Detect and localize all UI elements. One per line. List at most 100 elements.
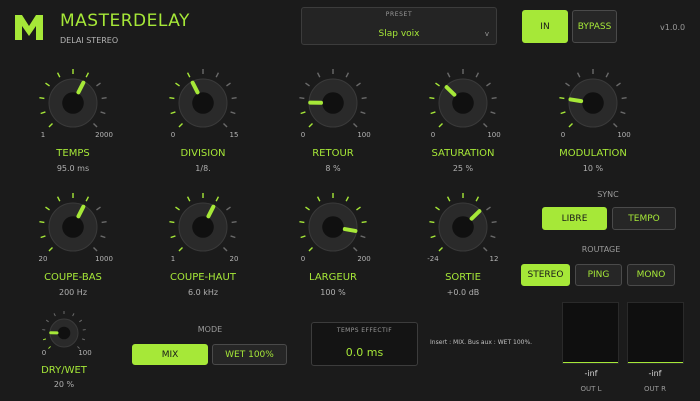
routing-mono-button[interactable]: MONO: [627, 264, 675, 286]
mode-mix-button[interactable]: MIX: [132, 344, 208, 365]
knob-name-label: MODULATION: [533, 148, 653, 159]
knob-dial[interactable]: [4, 305, 124, 361]
knob-tick: [96, 207, 100, 210]
knob-tick: [356, 83, 360, 86]
knob-tick: [318, 197, 320, 201]
knob-dial[interactable]: [403, 65, 523, 141]
knob-tick: [171, 236, 176, 238]
routing-stereo-button[interactable]: STEREO: [521, 264, 570, 286]
knob-retour[interactable]: 0100RETOUR8 %: [273, 65, 393, 181]
mode-wet-button[interactable]: WET 100%: [212, 344, 287, 365]
knob-value-label: 6.0 kHz: [143, 288, 263, 297]
knob-tick: [561, 112, 566, 114]
knob-tick: [299, 222, 304, 223]
knob-tick: [429, 222, 434, 223]
knob-tick: [49, 248, 53, 252]
knob-tick: [94, 124, 98, 128]
knob-coupe-haut[interactable]: 120COUPE-HAUT6.0 kHz: [143, 189, 263, 305]
knob-tick: [216, 73, 218, 77]
knob-tick: [216, 197, 218, 201]
knob-tick: [224, 124, 228, 128]
knob-max-label: 200: [353, 255, 375, 263]
in-button[interactable]: IN: [522, 10, 568, 43]
knob-tick: [361, 112, 366, 114]
app-title: MASTERDELAY: [60, 11, 190, 31]
knob-modulation[interactable]: 0100MODULATION10 %: [533, 65, 653, 181]
knob-value-label: 200 Hz: [13, 288, 133, 297]
knob-dial[interactable]: [273, 65, 393, 141]
knob-tick: [476, 73, 478, 77]
knob-dial[interactable]: [143, 189, 263, 265]
knob-tick: [232, 222, 237, 223]
knob-dial[interactable]: [403, 189, 523, 265]
knob-tick: [305, 207, 309, 210]
knob-value-label: 20 %: [4, 380, 124, 389]
sync-libre-button[interactable]: LIBRE: [542, 207, 607, 230]
effective-time-value: 0.0 ms: [312, 346, 417, 359]
knob-max-label: 12: [483, 255, 505, 263]
knob-tick: [188, 73, 190, 77]
knob-tick: [431, 236, 436, 238]
knob-tick: [484, 248, 488, 252]
knob-tick: [169, 98, 174, 99]
version-label: v1.0.0: [660, 23, 685, 32]
knob-tick: [175, 83, 179, 86]
routing-ping-button[interactable]: PING: [575, 264, 622, 286]
knob-tick: [301, 236, 306, 238]
knob-tick: [188, 197, 190, 201]
knob-tick: [621, 112, 626, 114]
knob-tick: [102, 98, 107, 99]
knob-max-label: 2000: [93, 131, 115, 139]
knob-tick: [318, 73, 320, 77]
meter-label-left: OUT L: [561, 385, 621, 393]
knob-tick: [309, 124, 313, 128]
knob-tick: [39, 222, 44, 223]
knob-tick: [448, 73, 450, 77]
chevron-down-icon: v: [485, 30, 489, 38]
knob-max-label: 20: [223, 255, 245, 263]
knob-tick: [448, 197, 450, 201]
knob-name-label: SORTIE: [403, 272, 523, 283]
knob-value-label: 95.0 ms: [13, 164, 133, 173]
knob-tick: [606, 73, 608, 77]
knob-tick: [486, 83, 490, 86]
knob-tick: [476, 197, 478, 201]
knob-tick: [346, 197, 348, 201]
knob-tick: [299, 98, 304, 99]
knob-tick: [45, 83, 49, 86]
knob-dry-wet[interactable]: 0100DRY/WET20 %: [4, 305, 124, 401]
knob-tick: [439, 124, 443, 128]
knob-tick: [171, 112, 176, 114]
knob-dial[interactable]: [143, 65, 263, 141]
knob-tick: [94, 248, 98, 252]
output-meter-left: [562, 302, 619, 364]
knob-largeur[interactable]: 0200LARGEUR100 %: [273, 189, 393, 305]
knob-value-label: 100 %: [273, 288, 393, 297]
sync-label: SYNC: [548, 190, 668, 199]
knob-value-label: 10 %: [533, 164, 653, 173]
knob-min-label: 20: [33, 255, 53, 263]
knob-tick: [356, 207, 360, 210]
knob-dial[interactable]: [13, 65, 133, 141]
knob-saturation[interactable]: 0100SATURATION25 %: [403, 65, 523, 181]
knob-temps[interactable]: 12000TEMPS95.0 ms: [13, 65, 133, 181]
preset-selector[interactable]: PRESET Slap voix v: [301, 7, 497, 45]
knob-tick: [435, 207, 439, 210]
knob-cap: [62, 92, 84, 114]
knob-tick: [622, 98, 627, 99]
knob-division[interactable]: 015DIVISION1/8.: [143, 65, 263, 181]
knob-sortie[interactable]: -2412SORTIE+0.0 dB: [403, 189, 523, 305]
knob-tick: [169, 222, 174, 223]
knob-name-label: SATURATION: [403, 148, 523, 159]
knob-dial[interactable]: [13, 189, 133, 265]
sync-tempo-button[interactable]: TEMPO: [612, 207, 676, 230]
knob-coupe-bas[interactable]: 201000COUPE-BAS200 Hz: [13, 189, 133, 305]
knob-max-label: 15: [223, 131, 245, 139]
knob-dial[interactable]: [533, 65, 653, 141]
knob-tick: [565, 83, 569, 86]
bypass-button[interactable]: BYPASS: [572, 10, 617, 43]
knob-tick: [58, 197, 60, 201]
knob-dial[interactable]: [273, 189, 393, 265]
knob-tick: [101, 236, 106, 238]
knob-tick: [102, 222, 107, 223]
